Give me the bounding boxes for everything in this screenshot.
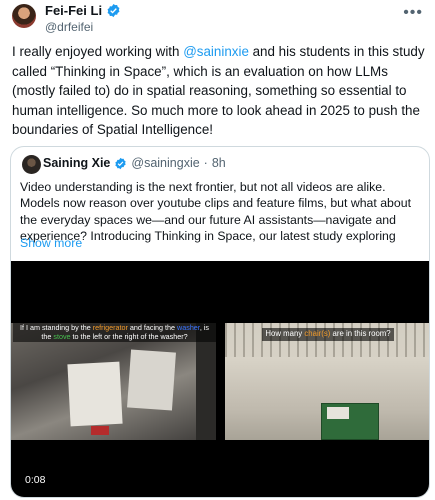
- show-more-link[interactable]: Show more: [20, 236, 82, 250]
- quote-timestamp[interactable]: 8h: [212, 156, 226, 170]
- tweet-text-prefix: I really enjoyed working with: [12, 44, 184, 59]
- video-caption-left: If I am standing by the refrigerator and…: [13, 323, 216, 343]
- mention-link[interactable]: @saininxie: [183, 44, 249, 59]
- quote-author-handle[interactable]: @sainingxie: [131, 156, 199, 170]
- fridge-paper-image: [127, 349, 176, 411]
- caption-highlight: chair(s): [304, 329, 331, 338]
- video-frame-left: If I am standing by the refrigerator and…: [11, 323, 216, 440]
- fridge-paper-image: [67, 361, 123, 427]
- cabinet-label-image: [327, 407, 349, 419]
- fridge-magnet-image: [91, 426, 109, 435]
- quote-author-line: Saining Xie @sainingxie · 8h: [43, 156, 226, 170]
- video-frame-right: How many chair(s) are in this room?: [225, 323, 429, 440]
- author-name-text[interactable]: Fei-Fei Li: [45, 3, 102, 18]
- caption-highlight: stove: [53, 331, 71, 341]
- author-name[interactable]: Fei-Fei Li: [45, 3, 121, 18]
- caption-text: to the left or the right of the washer?: [70, 331, 188, 341]
- verified-badge-icon: [115, 157, 127, 169]
- video-caption-right: How many chair(s) are in this room?: [262, 328, 394, 341]
- quote-author-name[interactable]: Saining Xie: [43, 156, 110, 170]
- author-avatar[interactable]: [12, 4, 36, 28]
- quoted-tweet[interactable]: Saining Xie @sainingxie · 8h Video under…: [10, 146, 430, 498]
- quote-author-avatar[interactable]: [22, 155, 41, 174]
- tweet-text: I really enjoyed working with @saininxie…: [12, 42, 427, 140]
- verified-badge-icon: [107, 3, 120, 18]
- more-options-icon[interactable]: •••: [403, 4, 423, 22]
- video-time-label: 0:08: [25, 474, 46, 486]
- quote-separator: ·: [203, 156, 208, 170]
- caption-text: How many: [265, 329, 305, 338]
- quote-text: Video understanding is the next frontier…: [20, 180, 411, 244]
- video-player[interactable]: If I am standing by the refrigerator and…: [11, 261, 429, 497]
- caption-text: are in this room?: [330, 329, 391, 338]
- author-handle[interactable]: @drfeifei: [45, 20, 93, 34]
